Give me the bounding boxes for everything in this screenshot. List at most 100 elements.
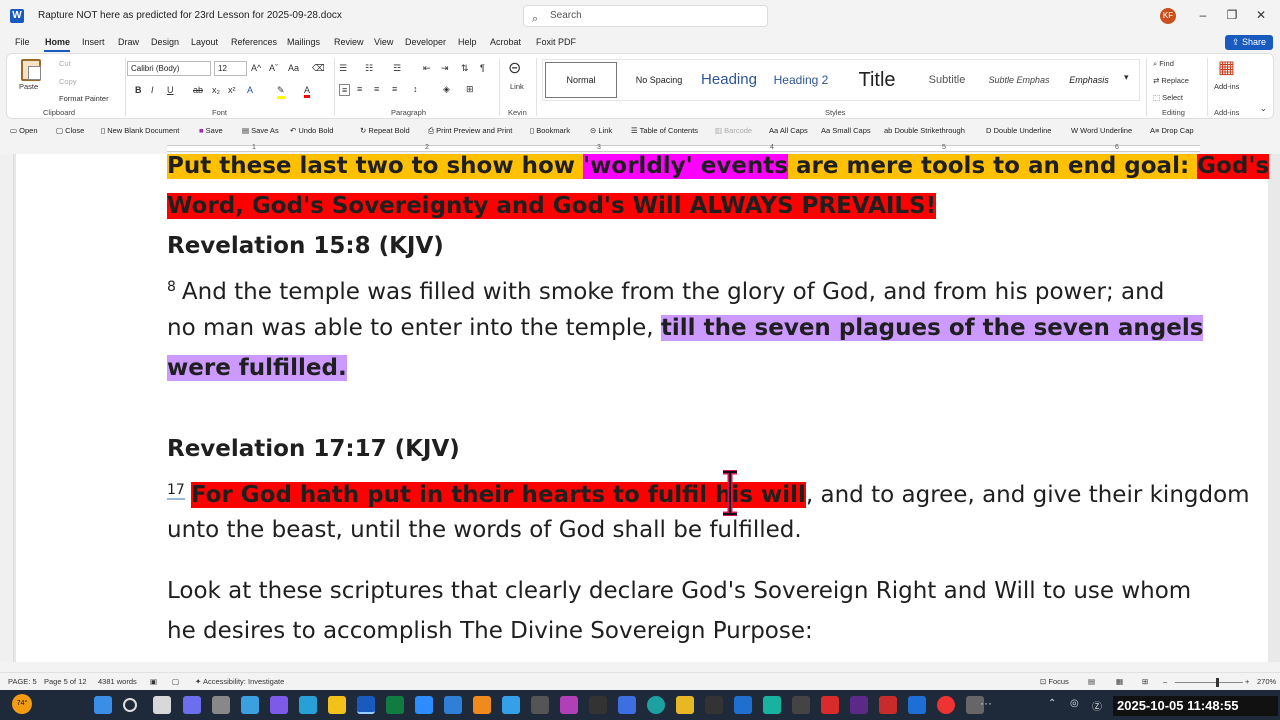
- replace-button[interactable]: ⇄ Replace: [1153, 76, 1189, 85]
- tab-view[interactable]: View: [374, 37, 393, 47]
- add-ins-button[interactable]: Add-ins: [1214, 82, 1239, 91]
- link-icon[interactable]: ⊝: [508, 58, 521, 78]
- verse-8-line-3[interactable]: were fulfilled.: [167, 348, 347, 389]
- close-doc-button[interactable]: ▢ Close: [56, 126, 84, 135]
- drop-cap-button[interactable]: A≡ Drop Cap: [1150, 126, 1194, 135]
- file-explorer-icon[interactable]: [328, 696, 346, 714]
- align-center-icon[interactable]: ≡: [357, 84, 362, 94]
- line-spacing-icon[interactable]: ↕: [413, 84, 418, 94]
- proofing-icon[interactable]: ▣: [150, 677, 157, 686]
- style-subtitle[interactable]: Subtitle: [911, 60, 983, 100]
- word-underline-button[interactable]: W Word Underline: [1071, 126, 1132, 135]
- link-qat-button[interactable]: ⊝ Link: [590, 126, 612, 135]
- tab-mailings[interactable]: Mailings: [287, 37, 320, 47]
- accessibility-status[interactable]: ✦ Accessibility: Investigate: [195, 677, 284, 686]
- word-app-icon[interactable]: W: [10, 9, 24, 23]
- edge-icon[interactable]: [647, 696, 665, 714]
- save-as-button[interactable]: ▤ Save As: [242, 126, 279, 135]
- app-icon[interactable]: [502, 696, 520, 714]
- style-heading-2[interactable]: Heading 2: [765, 60, 837, 100]
- increase-indent-icon[interactable]: ⇥: [441, 63, 449, 74]
- close-icon[interactable]: ✕: [1254, 8, 1268, 22]
- paste-icon[interactable]: [21, 59, 41, 81]
- tab-developer[interactable]: Developer: [405, 37, 446, 47]
- bullets-icon[interactable]: ☰: [339, 63, 347, 74]
- app-icon[interactable]: [821, 696, 839, 714]
- double-underline-button[interactable]: D Double Underline: [986, 126, 1051, 135]
- zoom-out-icon[interactable]: –: [1163, 677, 1167, 686]
- tab-layout[interactable]: Layout: [191, 37, 218, 47]
- task-view-icon[interactable]: [153, 696, 171, 714]
- decrease-indent-icon[interactable]: ⇤: [423, 63, 431, 74]
- highlight-color-icon[interactable]: ✎: [277, 85, 285, 99]
- chrome-icon[interactable]: [937, 696, 955, 714]
- zoom-app-icon[interactable]: [415, 696, 433, 714]
- document-page[interactable]: Put these last two to show how 'worldly'…: [16, 154, 1270, 662]
- select-button[interactable]: ⬚ Select: [1153, 93, 1183, 102]
- verse-17-line-2[interactable]: unto the beast, until the words of God s…: [167, 510, 802, 551]
- app-icon[interactable]: [676, 696, 694, 714]
- tab-references[interactable]: References: [231, 37, 277, 47]
- link-button[interactable]: Link: [510, 82, 524, 91]
- app-icon[interactable]: [589, 696, 607, 714]
- underline-icon[interactable]: U: [167, 85, 174, 95]
- sort-icon[interactable]: ⇅: [461, 63, 469, 74]
- weather-icon[interactable]: 74°: [12, 694, 32, 714]
- word-taskbar-icon[interactable]: [357, 696, 375, 714]
- read-mode-icon[interactable]: ▤: [1088, 677, 1095, 686]
- app-icon[interactable]: [850, 696, 868, 714]
- doc-line-1[interactable]: Put these last two to show how 'worldly'…: [167, 154, 1270, 187]
- tray-chevron-icon[interactable]: ⌃: [1048, 698, 1056, 709]
- tab-acrobat[interactable]: Acrobat: [490, 37, 521, 47]
- page-indicator[interactable]: PAGE: 5: [8, 677, 37, 686]
- subscript-icon[interactable]: x₂: [212, 85, 220, 95]
- focus-mode-button[interactable]: ⊡ Focus: [1040, 677, 1069, 686]
- word-count[interactable]: 4381 words: [98, 677, 137, 686]
- app-icon[interactable]: [212, 696, 230, 714]
- repeat-bold-button[interactable]: ↻ Repeat Bold: [360, 126, 410, 135]
- tab-draw[interactable]: Draw: [118, 37, 139, 47]
- app-icon[interactable]: [705, 696, 723, 714]
- strikethrough-icon[interactable]: ab: [193, 85, 203, 95]
- paragraph-line-1[interactable]: Look at these scriptures that clearly de…: [167, 571, 1191, 612]
- multilevel-list-icon[interactable]: ☲: [393, 63, 401, 74]
- verse-8-line-2[interactable]: no man was able to enter into the temple…: [167, 308, 1204, 349]
- app-icon[interactable]: [618, 696, 636, 714]
- paste-button[interactable]: Paste: [19, 82, 38, 91]
- add-ins-icon[interactable]: ▦: [1218, 57, 1235, 78]
- minimize-icon[interactable]: –: [1196, 8, 1210, 22]
- app-icon[interactable]: [270, 696, 288, 714]
- app-icon[interactable]: [734, 696, 752, 714]
- barcode-button[interactable]: ▥ Barcode: [715, 126, 752, 135]
- doc-line-2[interactable]: Word, God's Sovereignty and God's Will A…: [167, 186, 937, 227]
- document-title[interactable]: Rapture NOT here as predicted for 23rd L…: [38, 10, 342, 21]
- search-input[interactable]: ⌕ Search: [523, 5, 768, 27]
- share-button[interactable]: ⇪ Share: [1225, 35, 1273, 50]
- maximize-icon[interactable]: ❐: [1225, 8, 1239, 22]
- app-icon[interactable]: [183, 696, 201, 714]
- vertical-ruler[interactable]: [0, 154, 14, 662]
- find-button[interactable]: ⌕ Find: [1153, 59, 1174, 69]
- tab-review[interactable]: Review: [334, 37, 364, 47]
- align-left-icon[interactable]: ≡: [339, 84, 351, 96]
- style-heading-1[interactable]: Heading: [693, 60, 765, 100]
- show-formatting-icon[interactable]: ¶: [480, 63, 485, 73]
- page-count[interactable]: Page 5 of 12: [44, 677, 87, 686]
- tab-foxit-pdf[interactable]: Foxit PDF: [536, 37, 576, 47]
- zoom-slider-thumb[interactable]: [1216, 678, 1219, 687]
- bookmark-button[interactable]: ▯ Bookmark: [530, 126, 570, 135]
- bold-icon[interactable]: B: [135, 85, 142, 95]
- app-icon[interactable]: [241, 696, 259, 714]
- macro-icon[interactable]: ▢: [172, 677, 179, 686]
- change-case-icon[interactable]: Aa: [288, 63, 299, 73]
- tray-icon[interactable]: ◎: [1070, 698, 1079, 709]
- text-effects-icon[interactable]: A: [247, 85, 253, 95]
- grow-font-icon[interactable]: A^: [251, 63, 261, 73]
- more-icon[interactable]: ···: [980, 696, 992, 710]
- print-layout-icon[interactable]: ▦: [1116, 677, 1123, 686]
- italic-icon[interactable]: I: [151, 85, 154, 95]
- borders-icon[interactable]: ⊞: [466, 84, 474, 95]
- new-blank-document-button[interactable]: ▯ New Blank Document: [101, 126, 179, 135]
- table-of-contents-button[interactable]: ☰ Table of Contents: [631, 126, 698, 135]
- superscript-icon[interactable]: x²: [228, 85, 236, 95]
